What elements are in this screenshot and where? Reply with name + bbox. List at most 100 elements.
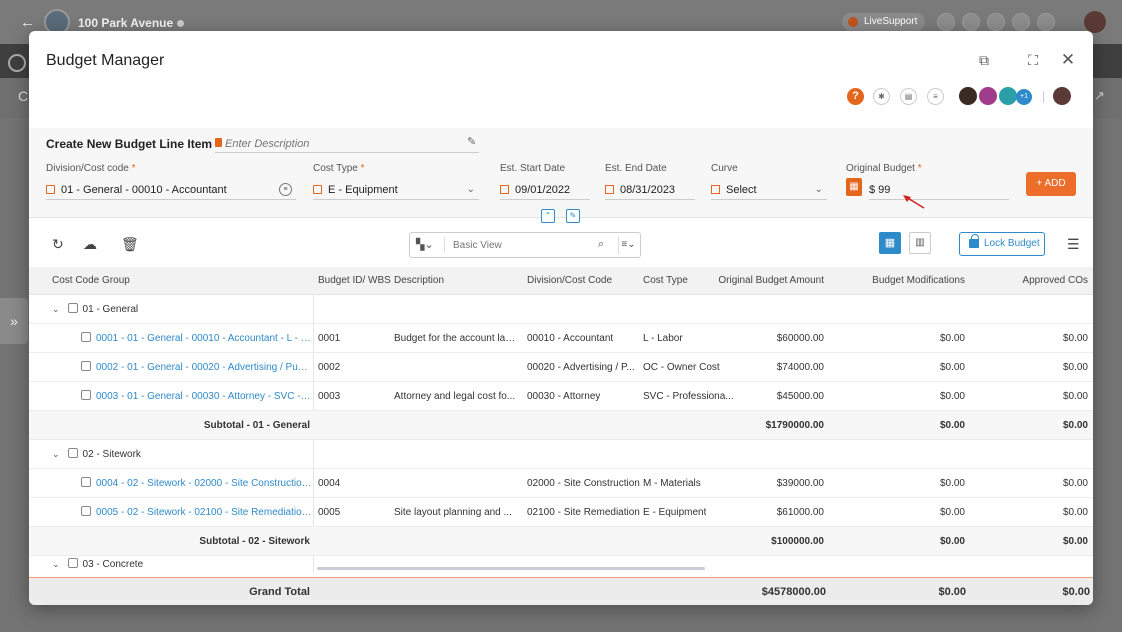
header-original-budget[interactable]: Original Budget Amount (709, 267, 824, 295)
open-new-window-icon[interactable]: ⧉ (975, 51, 993, 69)
row-checkbox[interactable] (81, 477, 91, 487)
collaborator-avatar[interactable] (977, 85, 999, 107)
more-collaborators-badge[interactable]: +1 (1016, 89, 1032, 105)
help-icon[interactable]: ? (847, 88, 864, 105)
chevron-down-icon[interactable]: ⌄ (52, 440, 60, 469)
row-checkbox[interactable] (67, 448, 78, 458)
refresh-icon[interactable]: ↻ (52, 236, 64, 253)
approved-cos-cell: $0.00 (1062, 478, 1088, 489)
collapse-form-icon[interactable]: ⌃ (541, 209, 555, 223)
row-checkbox[interactable] (81, 506, 91, 516)
annotation-arrow-icon (903, 195, 925, 209)
menu-icon[interactable]: ☰ (1067, 236, 1080, 253)
cost-type-select[interactable]: E - Equipment ⌄ (313, 180, 479, 200)
header-approved-cos[interactable]: Approved COs (989, 267, 1088, 295)
line-item-cell[interactable]: 0002 - 01 - General - 00020 - Advertisin… (81, 353, 313, 382)
document-icon[interactable]: ▤ (900, 88, 917, 105)
original-budget-input[interactable]: $ 99 (869, 180, 1009, 200)
description-input[interactable] (215, 135, 479, 153)
calendar-icon[interactable] (937, 13, 955, 31)
budget-id-cell: 0003 (318, 391, 341, 402)
upload-icon[interactable]: ☁ (83, 236, 97, 253)
search-icon[interactable]: ⌕ (598, 238, 604, 251)
chevron-down-icon[interactable]: ⌄ (52, 550, 60, 573)
line-item-cell[interactable]: 0004 - 02 - Sitework - 02000 - Site Cons… (81, 469, 313, 498)
delete-icon[interactable]: 🗑 (121, 236, 139, 253)
description-cell: Attorney and legal cost fo... (394, 391, 516, 402)
tools-icon[interactable]: ✱ (873, 88, 890, 105)
subtotal-row: Subtotal - 02 - Sitework $100000.00 $0.0… (29, 527, 1093, 556)
group-row[interactable]: ⌄ 02 - Sitework (29, 440, 1093, 469)
curve-icon (711, 185, 720, 194)
grand-total-row: Grand Total $4578000.00 $0.00 $0.00 (29, 577, 1093, 605)
header-cost-type[interactable]: Cost Type (643, 267, 688, 295)
refresh-icon[interactable]: C (18, 88, 28, 104)
row-checkbox[interactable] (81, 361, 91, 371)
row-checkbox[interactable] (67, 558, 78, 568)
list-icon[interactable]: ≡ (279, 183, 292, 196)
close-icon[interactable]: ✕ (1059, 51, 1077, 69)
end-date-label: Est. End Date (605, 163, 667, 174)
line-item-cell[interactable]: 0001 - 01 - General - 00010 - Accountant… (81, 324, 313, 353)
app-logo-icon[interactable] (8, 54, 26, 72)
external-link-icon[interactable]: ↗ (1094, 88, 1105, 104)
view-selector-icon[interactable]: ▚⌄ (416, 238, 434, 251)
line-item-link[interactable]: 0001 - 01 - General - 00010 - Accountant… (96, 333, 313, 344)
current-user-avatar[interactable] (1051, 85, 1073, 107)
row-checkbox[interactable] (81, 390, 91, 400)
line-item-link[interactable]: 0002 - 01 - General - 00020 - Advertisin… (96, 362, 313, 373)
grid-view-icon[interactable]: ▦ (879, 232, 901, 254)
line-item-cell[interactable]: 0005 - 02 - Sitework - 02100 - Site Reme… (81, 498, 313, 527)
original-budget-cell: $45000.00 (776, 391, 824, 402)
collaborator-avatar[interactable] (957, 85, 979, 107)
document-icon[interactable] (987, 13, 1005, 31)
pencil-icon[interactable]: ✎ (467, 135, 476, 148)
reports-icon[interactable] (1012, 13, 1030, 31)
curve-select[interactable]: Select ⌄ (711, 180, 827, 200)
row-checkbox[interactable] (67, 303, 78, 313)
division-cell: 00020 - Advertising / P... (527, 362, 635, 373)
header-budget-id[interactable]: Budget ID/ WBS (318, 267, 391, 295)
header-cost-code-group[interactable]: Cost Code Group (52, 267, 130, 295)
line-item-link[interactable]: 0004 - 02 - Sitework - 02000 - Site Cons… (96, 478, 313, 489)
original-budget-value: $ 99 (869, 184, 891, 196)
calculator-icon[interactable]: ▦ (846, 178, 862, 196)
live-support-button[interactable]: LiveSupport (842, 13, 926, 31)
header-division[interactable]: Division/Cost Code (527, 267, 612, 295)
row-checkbox[interactable] (81, 332, 91, 342)
filter-icon[interactable]: ≡⌄ (618, 236, 638, 254)
expand-panel-icon[interactable]: » (0, 298, 28, 344)
line-item-link[interactable]: 0003 - 01 - General - 00030 - Attorney -… (96, 391, 313, 402)
reports-icon[interactable]: ≡ (927, 88, 944, 105)
subtotal-row: Subtotal - 01 - General $1790000.00 $0.0… (29, 411, 1093, 440)
horizontal-scrollbar[interactable] (317, 567, 705, 570)
project-title[interactable]: 100 Park Avenue (78, 16, 185, 30)
table-row[interactable]: 0003 - 01 - General - 00030 - Attorney -… (29, 382, 1093, 411)
chevron-down-icon[interactable]: ⌄ (52, 295, 60, 324)
lock-budget-button[interactable]: Lock Budget (959, 232, 1045, 256)
division-label: Division/Cost code * (46, 163, 136, 174)
start-date-field[interactable]: 09/01/2022 (500, 180, 590, 200)
division-select[interactable]: 01 - General - 00010 - Accountant ≡ (46, 180, 296, 200)
pin-icon[interactable]: ✎ (566, 209, 580, 223)
table-row[interactable]: 0001 - 01 - General - 00010 - Accountant… (29, 324, 1093, 353)
line-item-cell[interactable]: 0003 - 01 - General - 00030 - Attorney -… (81, 382, 313, 411)
table-row[interactable]: 0002 - 01 - General - 00020 - Advertisin… (29, 353, 1093, 382)
end-date-field[interactable]: 08/31/2023 (605, 180, 695, 200)
grid-icon (46, 185, 55, 194)
header-budget-modifications[interactable]: Budget Modifications (849, 267, 965, 295)
group-row[interactable]: ⌄ 01 - General (29, 295, 1093, 324)
line-item-link[interactable]: 0005 - 02 - Sitework - 02100 - Site Reme… (96, 507, 313, 518)
view-search-input[interactable] (444, 237, 594, 253)
table-row[interactable]: 0004 - 02 - Sitework - 02000 - Site Cons… (29, 469, 1093, 498)
add-button[interactable]: + ADD (1026, 172, 1076, 196)
user-avatar[interactable] (1084, 11, 1106, 33)
chat-icon[interactable] (1037, 13, 1055, 31)
group-row[interactable]: ⌄ 03 - Concrete (29, 556, 1093, 573)
chart-view-icon[interactable]: ▥ (909, 232, 931, 254)
tools-icon[interactable] (962, 13, 980, 31)
table-row[interactable]: 0005 - 02 - Sitework - 02100 - Site Reme… (29, 498, 1093, 527)
fullscreen-icon[interactable]: ⛶ (1024, 51, 1042, 69)
header-description[interactable]: Description (394, 267, 444, 295)
back-arrow-icon[interactable]: ← (20, 14, 35, 31)
